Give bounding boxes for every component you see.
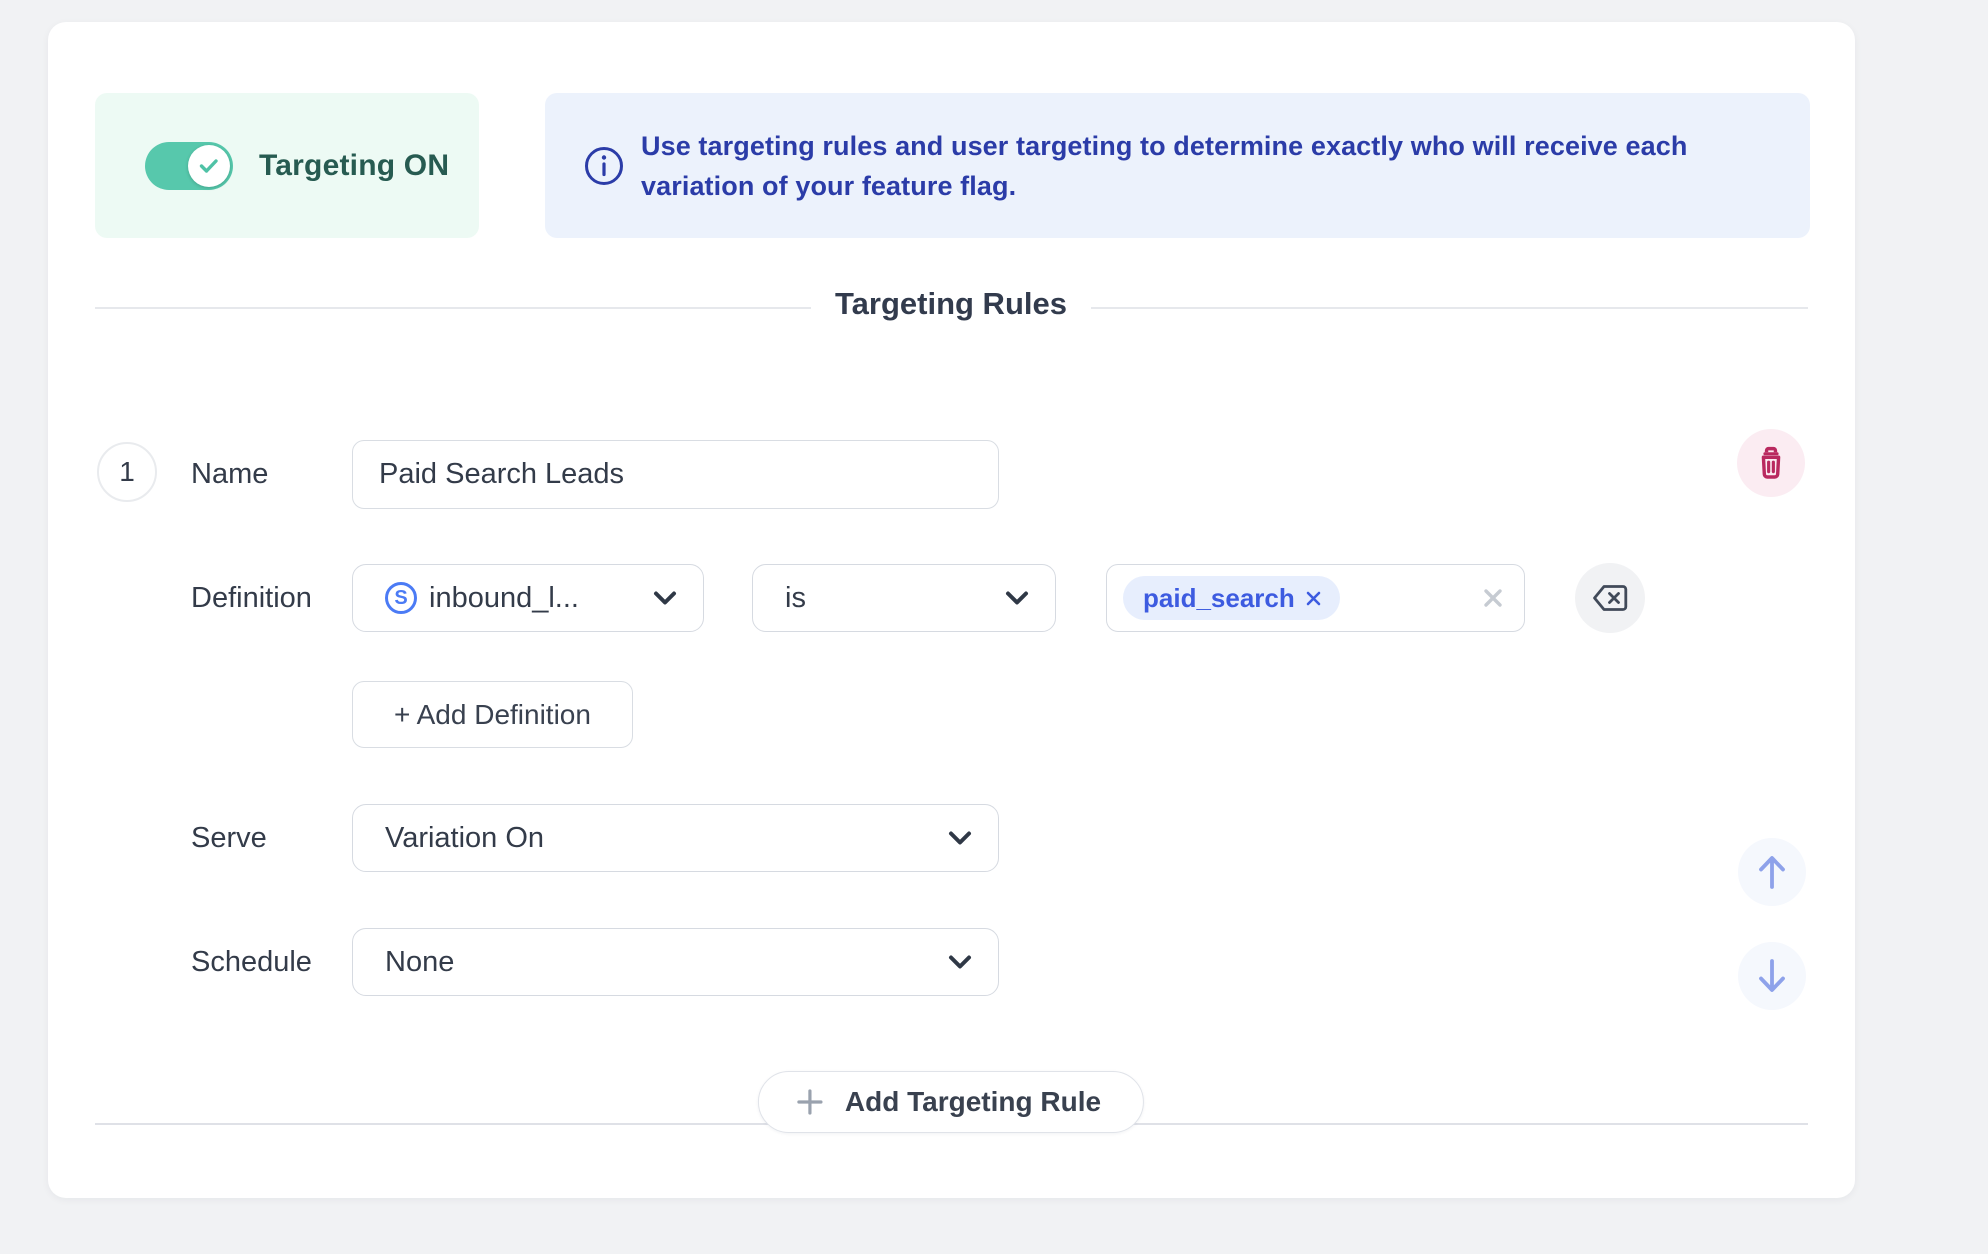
backspace-icon [1591, 583, 1629, 613]
property-select[interactable]: S inbound_l... [352, 564, 704, 632]
targeting-toggle-panel: Targeting ON [95, 93, 479, 238]
add-targeting-rule-label: Add Targeting Rule [845, 1086, 1101, 1118]
value-chip-label: paid_search [1143, 583, 1295, 614]
chip-remove-icon[interactable] [1305, 590, 1322, 607]
chevron-down-icon [1005, 591, 1029, 606]
name-label: Name [191, 440, 268, 508]
value-chip[interactable]: paid_search [1123, 576, 1340, 620]
move-rule-up-button[interactable] [1738, 838, 1806, 906]
info-icon [583, 145, 625, 187]
definition-label: Definition [191, 564, 312, 632]
arrow-down-icon [1755, 957, 1789, 995]
section-title: Targeting Rules [811, 286, 1091, 322]
chevron-down-icon [948, 831, 972, 846]
chevron-down-icon [653, 591, 677, 606]
serve-select-value: Variation On [385, 822, 544, 855]
targeting-card: Targeting ON Use targeting rules and use… [48, 22, 1855, 1198]
string-type-icon: S [385, 582, 417, 614]
chevron-down-icon [948, 955, 972, 970]
serve-label: Serve [191, 804, 267, 872]
move-rule-down-button[interactable] [1738, 942, 1806, 1010]
clear-values-icon[interactable] [1482, 587, 1504, 609]
toggle-knob [188, 145, 230, 187]
definition-values-input[interactable]: paid_search [1106, 564, 1525, 632]
schedule-select[interactable]: None [352, 928, 999, 996]
trash-icon [1755, 446, 1787, 480]
schedule-label: Schedule [191, 928, 312, 996]
info-banner-text: Use targeting rules and user targeting t… [641, 126, 1801, 206]
add-targeting-rule-button[interactable]: Add Targeting Rule [758, 1071, 1144, 1133]
check-icon [199, 158, 219, 174]
property-select-value: inbound_l... [429, 582, 579, 615]
arrow-up-icon [1755, 853, 1789, 891]
backspace-button[interactable] [1575, 563, 1645, 633]
rule-name-input[interactable] [352, 440, 999, 509]
comparator-select[interactable]: is [752, 564, 1056, 632]
info-banner: Use targeting rules and user targeting t… [545, 93, 1810, 238]
schedule-select-value: None [385, 946, 454, 979]
comparator-select-value: is [785, 582, 806, 615]
delete-rule-button[interactable] [1737, 429, 1805, 497]
targeting-toggle-label: Targeting ON [259, 149, 449, 183]
serve-select[interactable]: Variation On [352, 804, 999, 872]
add-definition-button[interactable]: + Add Definition [352, 681, 633, 748]
targeting-toggle[interactable] [145, 142, 233, 190]
rule-number-badge: 1 [97, 442, 157, 502]
plus-icon [795, 1087, 825, 1117]
